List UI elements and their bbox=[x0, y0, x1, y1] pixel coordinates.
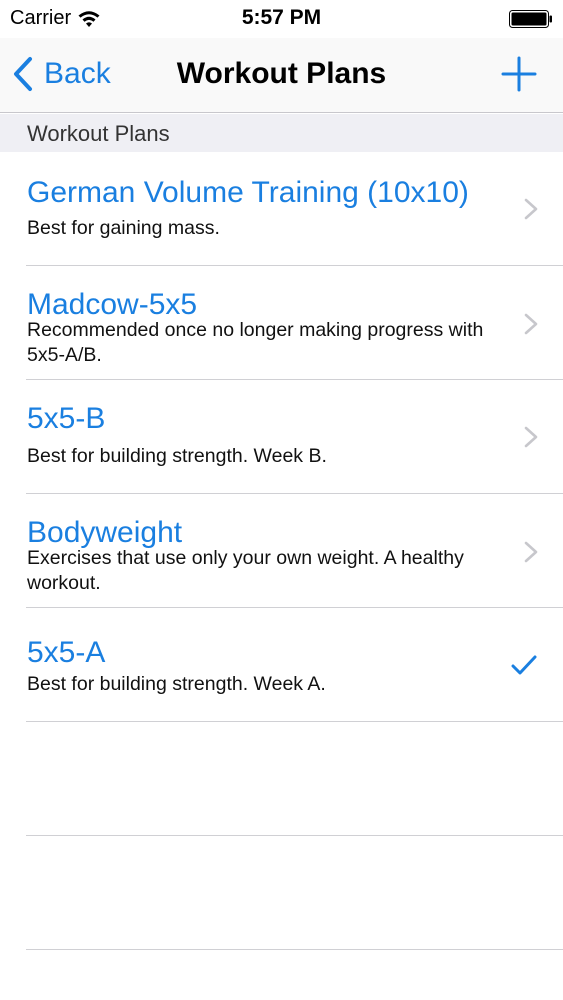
plan-row-bodyweight[interactable]: Bodyweight Exercises that use only your … bbox=[26, 494, 563, 608]
plan-title: Bodyweight bbox=[27, 516, 183, 549]
empty-row bbox=[26, 722, 563, 836]
chevron-right-icon bbox=[524, 541, 538, 563]
back-label: Back bbox=[44, 57, 111, 90]
plan-description: Best for building strength. Week B. bbox=[27, 445, 327, 467]
empty-row bbox=[26, 836, 563, 950]
plan-title: 5x5-A bbox=[27, 636, 106, 669]
chevron-right-icon bbox=[524, 313, 538, 335]
plan-row-5x5-a[interactable]: 5x5-A Best for building strength. Week A… bbox=[26, 608, 563, 722]
chevron-left-icon bbox=[14, 57, 32, 91]
plan-title: Madcow-5x5 bbox=[27, 288, 198, 321]
chevron-right-icon bbox=[524, 426, 538, 448]
plan-row-5x5-b[interactable]: 5x5-B Best for building strength. Week B… bbox=[26, 380, 563, 494]
plan-title: 5x5-B bbox=[27, 402, 106, 435]
status-bar: Carrier 5:57 PM bbox=[0, 0, 563, 38]
battery-icon bbox=[509, 10, 552, 28]
plan-row-madcow-5x5[interactable]: Madcow-5x5 Recommended once no longer ma… bbox=[26, 266, 563, 380]
workout-plan-list: German Volume Training (10x10) Best for … bbox=[0, 152, 563, 950]
plan-title: German Volume Training (10x10) bbox=[27, 176, 469, 209]
plan-description: Best for gaining mass. bbox=[27, 217, 220, 239]
add-plan-button[interactable] bbox=[499, 54, 539, 94]
plan-row-german-volume-training[interactable]: German Volume Training (10x10) Best for … bbox=[26, 152, 563, 266]
checkmark-icon bbox=[511, 655, 537, 675]
plan-description: Exercises that use only your own weight.… bbox=[27, 547, 464, 594]
status-time: 5:57 PM bbox=[241, 6, 322, 29]
navigation-bar: Back Workout Plans bbox=[0, 38, 563, 113]
chevron-right-icon bbox=[524, 198, 538, 220]
plan-description: Recommended once no longer making progre… bbox=[27, 319, 484, 366]
plan-description: Best for building strength. Week A. bbox=[27, 673, 326, 695]
section-header-label: Workout Plans bbox=[27, 121, 170, 146]
back-button[interactable]: Back bbox=[12, 56, 111, 92]
section-header: Workout Plans bbox=[0, 114, 563, 152]
